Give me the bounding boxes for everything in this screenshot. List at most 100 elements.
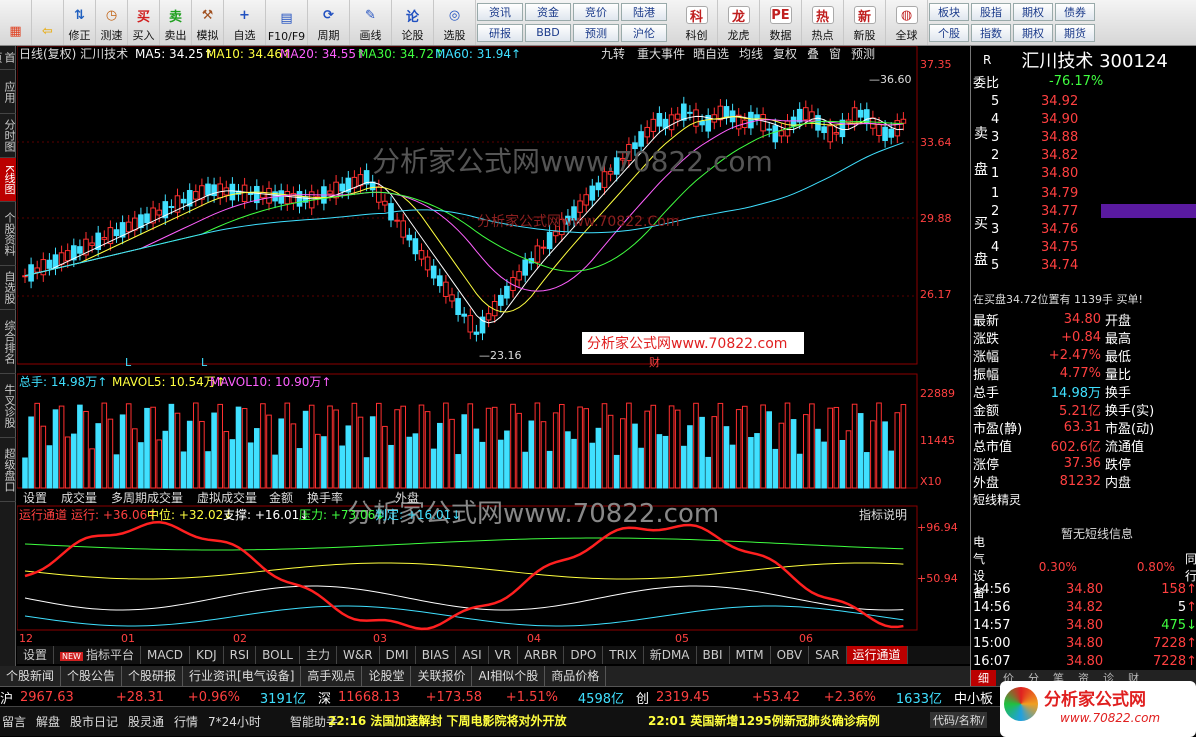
toolbar-small-button[interactable]: 板块 (929, 3, 969, 22)
indicator-tab[interactable]: 设置 (17, 646, 55, 664)
chart-top-button[interactable]: 窗 (829, 47, 841, 61)
volume-tab[interactable]: 换手率 (307, 490, 343, 505)
indicator-tab[interactable]: VR (489, 646, 519, 664)
toolbar-small-button[interactable]: 期权 (1013, 23, 1053, 42)
news-ticker-2[interactable]: 22:01 英国新增1295例新冠肺炎确诊病例 (648, 712, 880, 729)
toolbar-small-button[interactable]: 竞价 (573, 3, 619, 22)
volume-tab[interactable]: 成交量 (61, 490, 97, 505)
bottom-item[interactable]: 7*24小时 (208, 713, 261, 730)
indicator-tab[interactable]: MACD (141, 646, 190, 664)
info-tab[interactable]: AI相似个股 (472, 666, 546, 686)
toolbar-button-9[interactable]: ⟳ 周期 (308, 0, 350, 45)
indicator-tab[interactable]: BIAS (416, 646, 457, 664)
right-tab[interactable]: 细 (971, 670, 996, 686)
toolbar-small-button[interactable]: 研报 (477, 23, 523, 42)
volume-tab[interactable]: 虚拟成交量 (197, 490, 257, 505)
indicator-tab[interactable]: BOLL (256, 646, 300, 664)
toolbar-button-7[interactable]: + 自选 (224, 0, 266, 45)
info-tab[interactable]: 行业资讯[电气设备] (183, 666, 302, 686)
indicator-tab[interactable]: ARBR (518, 646, 565, 664)
toolbar-button-8[interactable]: ▤ F10/F9 (266, 0, 308, 45)
market-index[interactable]: 沪 2967.63 +28.31 +0.96% 3191亿 (0, 688, 306, 707)
bottom-item[interactable]: 解盘 (36, 713, 60, 730)
chart-top-button[interactable]: 复权 (773, 47, 797, 61)
left-nav-item[interactable]: 应用 (0, 70, 16, 114)
toolbar-button-11[interactable]: 论论股 (392, 0, 434, 45)
chart-top-button[interactable]: 叠 (807, 47, 819, 61)
code-search-input[interactable]: 代码/名称/ (930, 712, 988, 728)
toolbar-button-3[interactable]: ◷ 测速 (96, 0, 128, 45)
toolbar-right-button-4[interactable]: 新新股 (844, 0, 886, 45)
indicator-tab[interactable]: 新DMA (644, 646, 697, 664)
toolbar-small-button[interactable]: BBD (525, 23, 571, 42)
toolbar-button-2[interactable]: ⇅ 修正 (64, 0, 96, 45)
toolbar-right-button-1[interactable]: 龙龙虎 (718, 0, 760, 45)
toolbar-small-button[interactable]: 指数 (971, 23, 1011, 42)
info-tab[interactable]: 个股公告 (61, 666, 123, 686)
indicator-tab[interactable]: 运行通道 (846, 646, 908, 664)
left-nav-item[interactable]: K线图 (0, 158, 16, 202)
volume-tab[interactable]: 金额 (269, 490, 293, 505)
left-nav-item[interactable]: 分时图 (0, 114, 16, 158)
info-tab[interactable]: 高手观点 (301, 666, 363, 686)
market-right[interactable]: 中小板 (954, 688, 993, 707)
left-nav-item[interactable]: 超级盘口 (0, 438, 16, 502)
info-tab[interactable]: 关联报价 (411, 666, 473, 686)
indicator-tab[interactable]: NEW 指标平台 (54, 646, 141, 664)
toolbar-small-button[interactable]: 债券 (1055, 3, 1095, 22)
indicator-tab[interactable]: TRIX (603, 646, 644, 664)
indicator-tab[interactable]: W&R (337, 646, 380, 664)
toolbar-button-10[interactable]: ✎ 画线 (350, 0, 392, 45)
toolbar-right-button-5[interactable]: ◍ 全球 (886, 0, 928, 45)
left-nav-item[interactable]: 牛叉诊股 (0, 374, 16, 438)
bottom-item[interactable]: 行情 (174, 713, 198, 730)
indicator-help-button[interactable]: 指标说明 (859, 507, 907, 522)
toolbar-button-12[interactable]: ◎ 选股 (434, 0, 476, 45)
toolbar-small-button[interactable]: 陆港 (621, 3, 667, 22)
info-tab[interactable]: 个股新闻 (0, 666, 62, 686)
toolbar-small-button[interactable]: 期货 (1055, 23, 1095, 42)
sector-more[interactable]: 同行 (1185, 550, 1196, 584)
toolbar-small-button[interactable]: 预测 (573, 23, 619, 42)
info-tab[interactable]: 商品价格 (545, 666, 607, 686)
indicator-tab[interactable]: KDJ (190, 646, 224, 664)
toolbar-button-6[interactable]: ⚒ 模拟 (192, 0, 224, 45)
toolbar-button-1[interactable]: ⇦ (32, 0, 64, 45)
indicator-tab[interactable]: OBV (771, 646, 810, 664)
chart-top-button[interactable]: 晒自选 (693, 47, 729, 61)
market-index[interactable]: 创 2319.45 +53.42 +2.36% 1633亿 (636, 688, 942, 707)
toolbar-small-button[interactable]: 个股 (929, 23, 969, 42)
info-tab[interactable]: 论股堂 (362, 666, 412, 686)
volume-tab[interactable]: 内盘 (357, 490, 381, 505)
chart-top-button[interactable]: 九转 (601, 46, 625, 61)
volume-tab[interactable]: 设置 (23, 491, 47, 505)
indicator-tab[interactable]: DMI (380, 646, 416, 664)
info-tab[interactable]: 个股研报 (122, 666, 184, 686)
toolbar-small-button[interactable]: 资金 (525, 3, 571, 22)
chart-top-button[interactable]: 预测 (851, 47, 875, 61)
indicator-tab[interactable]: 主力 (300, 646, 337, 664)
kline-chart-area[interactable]: 日线(复权) 汇川技术 MA5: 34.25↑ MA10: 34.46↑ MA20: … (16, 45, 970, 646)
indicator-tab[interactable]: DPO (564, 646, 604, 664)
bottom-item[interactable]: 股灵通 (128, 713, 164, 730)
left-nav-item[interactable]: 自选股 (0, 266, 16, 310)
indicator-tab[interactable]: MTM (730, 646, 771, 664)
chart-top-button[interactable]: 重大事件 (637, 47, 685, 61)
news-ticker-1[interactable]: 22:16 法国加速解封 下周电影院将对外开放 (328, 712, 567, 729)
toolbar-button-5[interactable]: 卖卖出 (160, 0, 192, 45)
left-nav-item[interactable]: 个股资料 (0, 202, 16, 266)
toolbar-small-button[interactable]: 沪伦 (621, 23, 667, 42)
toolbar-right-button-0[interactable]: 科科创 (676, 0, 718, 45)
toolbar-small-button[interactable]: 期权 (1013, 3, 1053, 22)
toolbar-small-button[interactable]: 股指 (971, 3, 1011, 22)
toolbar-right-button-3[interactable]: 热热点 (802, 0, 844, 45)
toolbar-right-button-2[interactable]: PE 数据 (760, 0, 802, 45)
volume-tab[interactable]: 外盘 (395, 490, 419, 505)
toolbar-button-0[interactable]: ▦ (0, 0, 32, 45)
market-index[interactable]: 深 11668.13 +173.58 +1.51% 4598亿 (318, 688, 624, 707)
bottom-item[interactable]: 留言 (2, 713, 26, 730)
left-nav-item[interactable]: 首页 (0, 46, 16, 70)
toolbar-small-button[interactable]: 资讯 (477, 3, 523, 22)
toolbar-button-4[interactable]: 买买入 (128, 0, 160, 45)
indicator-tab[interactable]: BBI (697, 646, 730, 664)
